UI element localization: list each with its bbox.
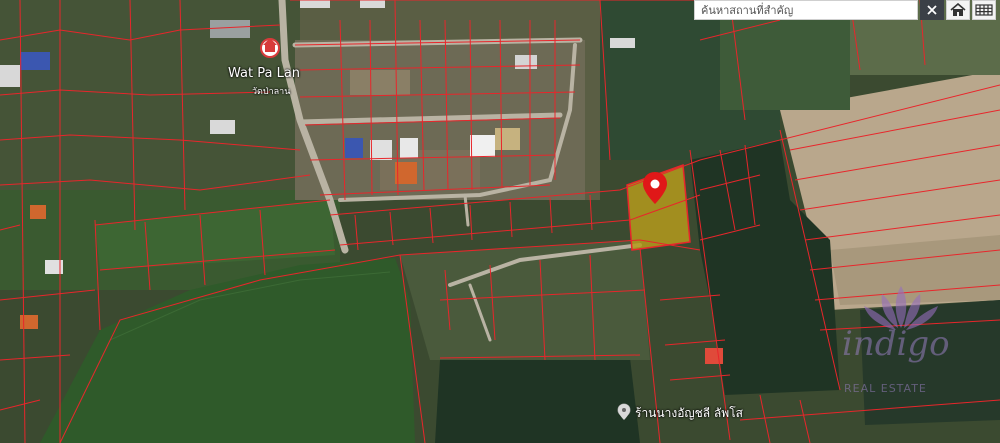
watermark-brand: indigo xyxy=(842,324,950,364)
grid-button[interactable] xyxy=(972,0,996,20)
temple-place-pin[interactable] xyxy=(260,38,280,58)
temple-label-thai: วัดป่าลาน xyxy=(252,87,291,97)
grid-icon xyxy=(975,4,993,16)
map-view[interactable]: Wat Pa Lan วัดป่าลาน ร้านนางอัญชลี ลัพโส… xyxy=(0,0,1000,443)
search-input[interactable] xyxy=(694,0,918,20)
watermark: indigo REAL ESTATE xyxy=(842,284,960,404)
home-button[interactable] xyxy=(946,0,970,20)
shop-label: ร้านนางอัญชลี ลัพโส xyxy=(635,406,743,420)
close-icon xyxy=(927,5,937,15)
pond xyxy=(435,358,640,443)
clear-search-button[interactable] xyxy=(920,0,944,20)
home-icon xyxy=(950,3,966,16)
map-toolbar xyxy=(694,0,996,20)
temple-label: Wat Pa Lan xyxy=(228,66,301,81)
watermark-tagline: REAL ESTATE xyxy=(844,382,927,395)
